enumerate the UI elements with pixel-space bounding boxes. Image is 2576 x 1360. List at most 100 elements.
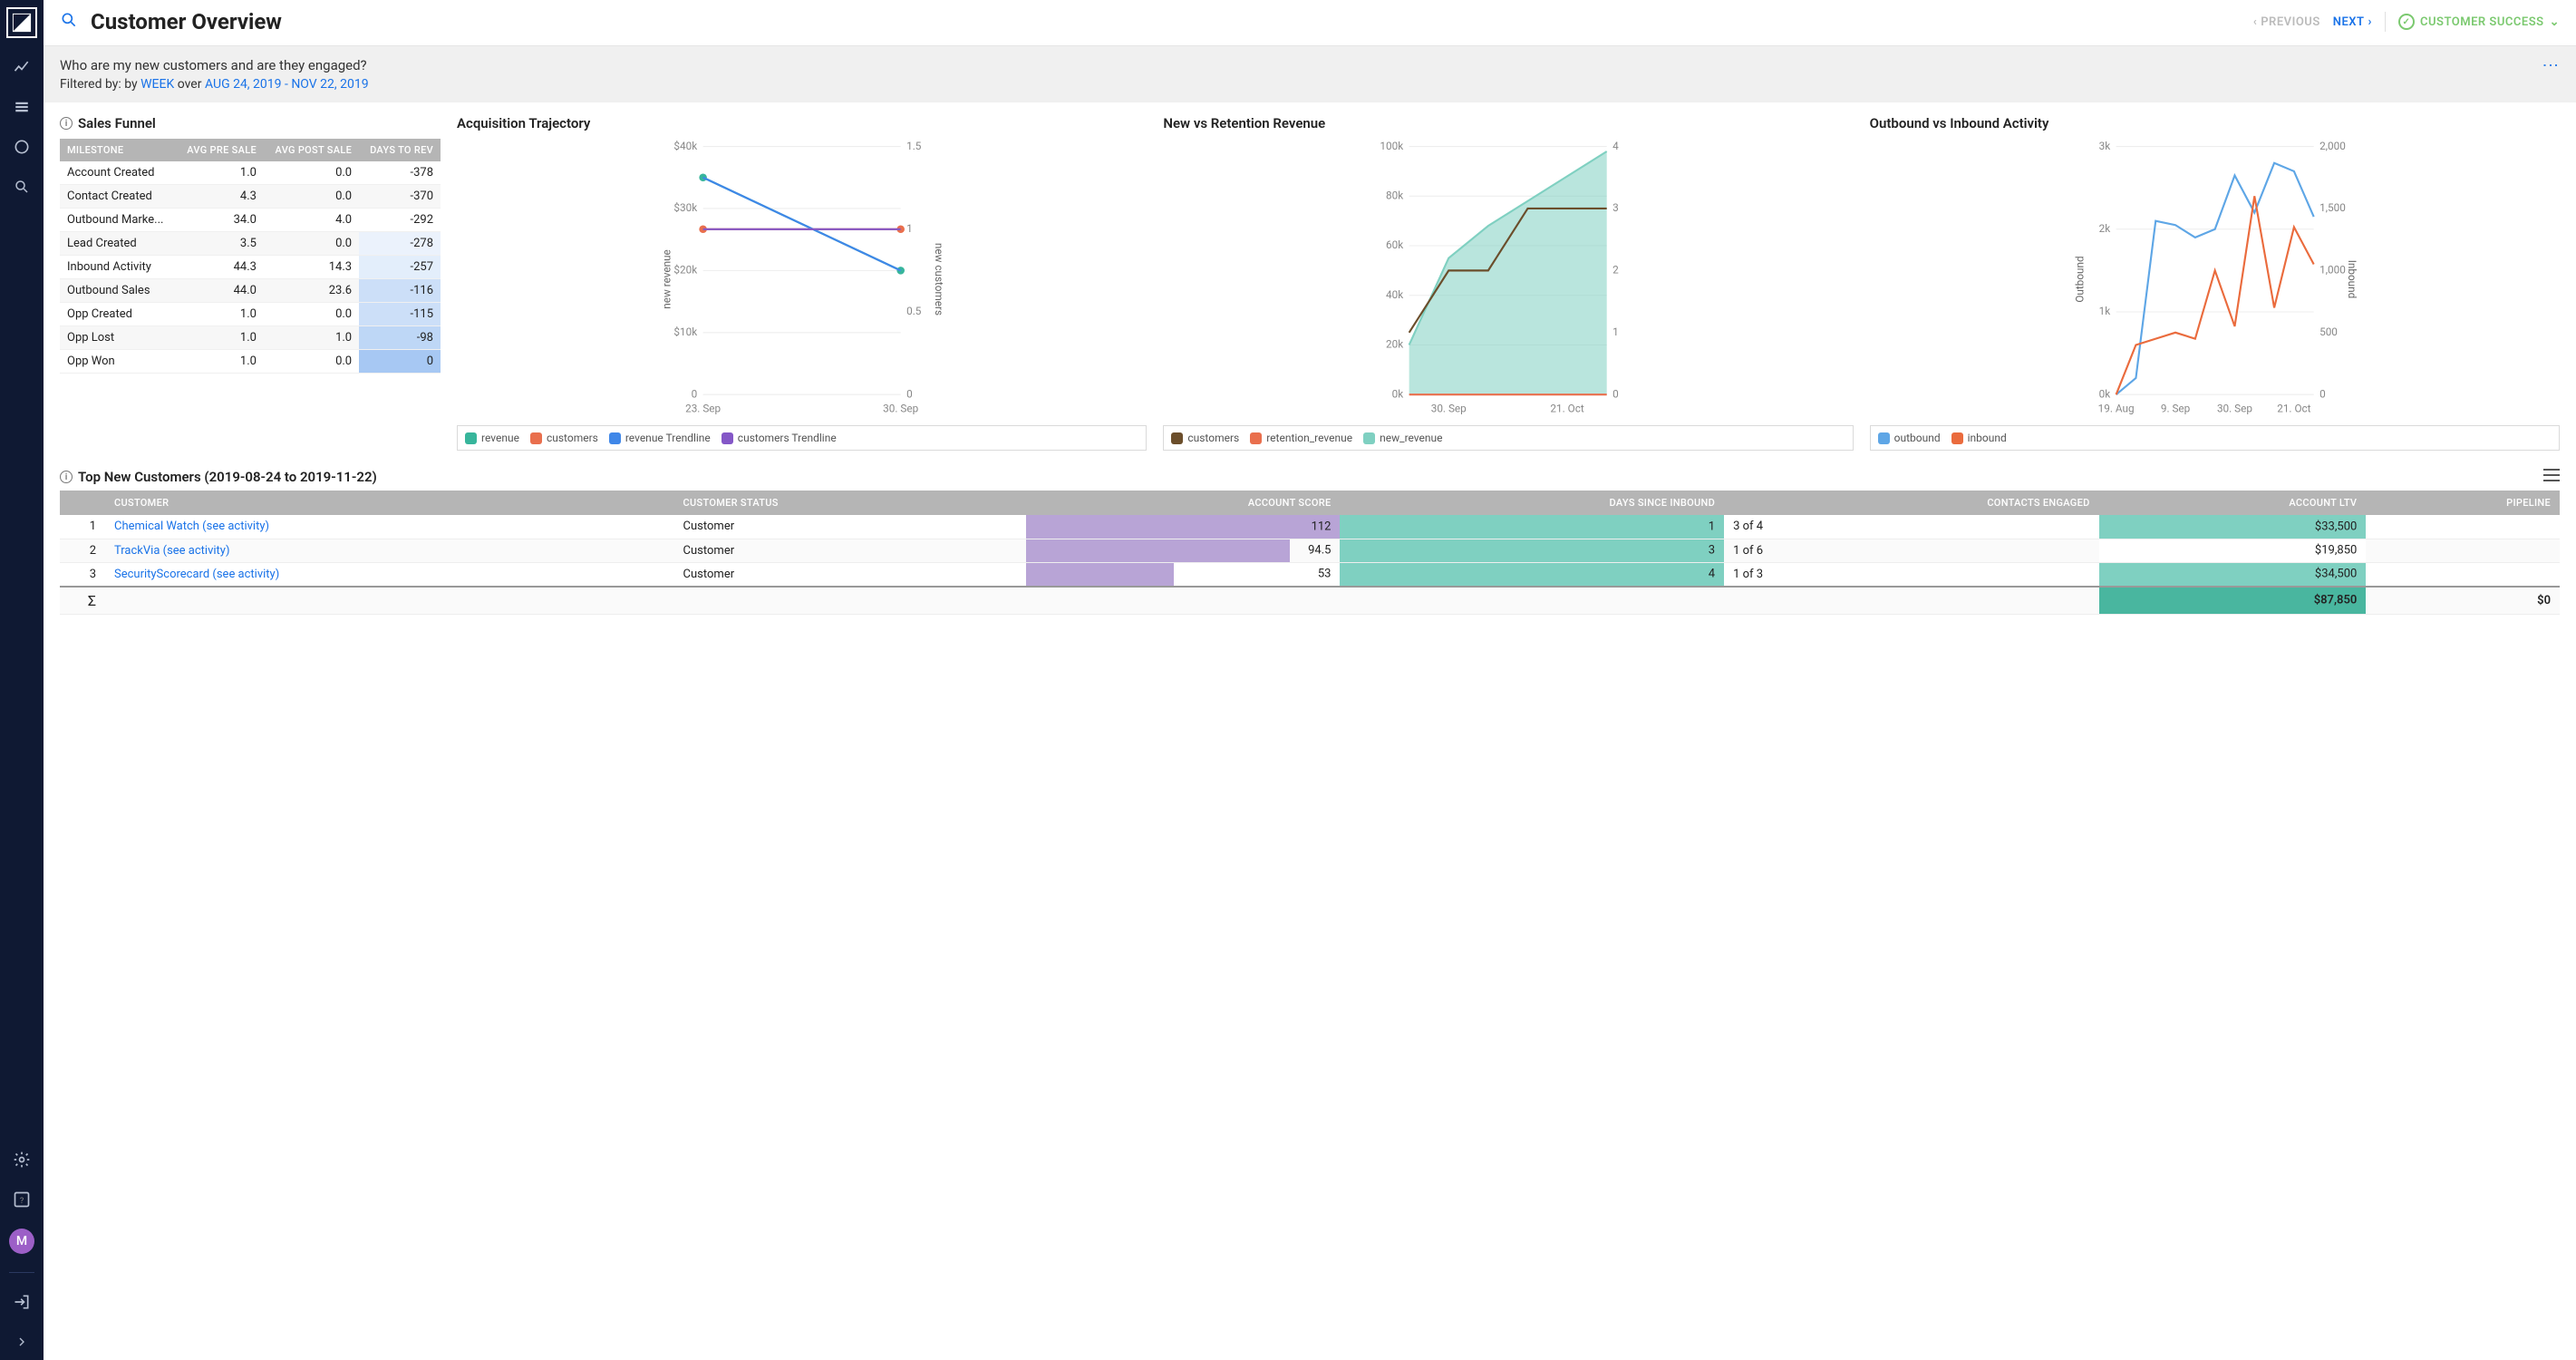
svg-text:new customers: new customers	[933, 243, 945, 316]
customers-col-header[interactable]	[60, 491, 105, 515]
legend-item[interactable]: customers	[1171, 432, 1239, 444]
svg-text:30. Sep: 30. Sep	[2217, 402, 2252, 414]
svg-text:0: 0	[2319, 387, 2326, 400]
funnel-table: MILESTONEAVG PRE SALEAVG POST SALEDAYS T…	[60, 139, 441, 374]
legend-item[interactable]: revenue	[465, 432, 519, 444]
funnel-row[interactable]: Outbound Marke...34.04.0-292	[60, 209, 441, 232]
customers-col-header[interactable]: DAYS SINCE INBOUND	[1340, 491, 1724, 515]
help-icon[interactable]: ?	[11, 1189, 33, 1210]
svg-text:40k: 40k	[1386, 288, 1403, 301]
funnel-col-header[interactable]: MILESTONE	[60, 139, 176, 161]
funnel-row[interactable]: Account Created1.00.0-378	[60, 161, 441, 185]
svg-text:4: 4	[1612, 140, 1619, 152]
customer-row[interactable]: 1 Chemical Watch (see activity) Customer…	[60, 515, 2560, 539]
kebab-menu-icon[interactable]: ⋮	[2530, 57, 2560, 73]
acquisition-panel: Acquisition Trajectory 0$10k$20k$30k$40k…	[457, 115, 1147, 451]
legend-item[interactable]: inbound	[1951, 432, 2007, 444]
funnel-row[interactable]: Opp Created1.00.0-115	[60, 303, 441, 326]
svg-text:$40k: $40k	[673, 140, 697, 152]
search-icon[interactable]	[60, 11, 78, 33]
analytics-icon[interactable]	[11, 56, 33, 78]
svg-text:0: 0	[1612, 387, 1619, 400]
check-circle-icon: ✓	[2398, 14, 2415, 30]
svg-text:3: 3	[1612, 201, 1619, 214]
context-bar: Who are my new customers and are they en…	[44, 46, 2576, 102]
svg-text:23. Sep: 23. Sep	[685, 402, 721, 414]
svg-text:?: ?	[20, 1197, 24, 1206]
funnel-row[interactable]: Opp Lost1.01.0-98	[60, 326, 441, 350]
sidebar: ? M	[0, 0, 44, 1360]
customers-col-header[interactable]: ACCOUNT LTV	[2099, 491, 2367, 515]
activity-panel: Outbound vs Inbound Activity 0k1k2k3k050…	[1870, 115, 2560, 451]
svg-text:$30k: $30k	[673, 201, 697, 214]
customer-row[interactable]: 2 TrackVia (see activity) Customer 94.5 …	[60, 539, 2560, 562]
legend-item[interactable]: outbound	[1878, 432, 1941, 444]
chevron-right-icon[interactable]	[11, 1331, 33, 1353]
svg-text:80k: 80k	[1386, 189, 1403, 201]
funnel-col-header[interactable]: DAYS TO REV	[359, 139, 441, 161]
funnel-row[interactable]: Inbound Activity44.314.3-257	[60, 256, 441, 279]
customer-row[interactable]: 3 SecurityScorecard (see activity) Custo…	[60, 562, 2560, 587]
legend-item[interactable]: new_revenue	[1363, 432, 1442, 444]
hamburger-menu-icon[interactable]	[2543, 469, 2560, 485]
legend-item[interactable]: customers	[530, 432, 598, 444]
previous-button[interactable]: ‹PREVIOUS	[2253, 15, 2320, 29]
page-title: Customer Overview	[91, 9, 282, 34]
svg-text:1: 1	[1612, 325, 1619, 338]
funnel-row[interactable]: Lead Created3.50.0-278	[60, 232, 441, 256]
logout-icon[interactable]	[11, 1291, 33, 1313]
svg-text:2k: 2k	[2098, 222, 2110, 235]
search-icon[interactable]	[11, 176, 33, 198]
chevron-down-icon: ⌄	[2550, 15, 2560, 29]
week-link[interactable]: WEEK	[140, 77, 174, 92]
divider	[9, 1272, 34, 1273]
context-question: Who are my new customers and are they en…	[60, 57, 2530, 73]
customers-table: CUSTOMERCUSTOMER STATUSACCOUNT SCOREDAYS…	[60, 491, 2560, 615]
svg-text:21. Oct: 21. Oct	[2277, 402, 2310, 414]
customers-total-row: Σ $87,850 $0	[60, 587, 2560, 615]
legend-item[interactable]: revenue Trendline	[609, 432, 711, 444]
svg-text:Outbound: Outbound	[2073, 256, 2086, 302]
customer-link[interactable]: SecurityScorecard (see activity)	[114, 568, 279, 581]
svg-text:0k: 0k	[2098, 387, 2110, 400]
daterange-link[interactable]: AUG 24, 2019 - NOV 22, 2019	[205, 77, 369, 92]
svg-text:0.5: 0.5	[906, 305, 922, 317]
svg-text:new revenue: new revenue	[660, 249, 673, 309]
customers-col-header[interactable]: CONTACTS ENGAGED	[1724, 491, 2099, 515]
legend-item[interactable]: customers Trendline	[721, 432, 837, 444]
svg-text:0: 0	[906, 387, 913, 400]
context-filter: Filtered by: by WEEK over AUG 24, 2019 -…	[60, 77, 2530, 92]
svg-text:1,000: 1,000	[2319, 264, 2346, 277]
info-icon[interactable]: i	[60, 117, 73, 130]
funnel-row[interactable]: Opp Won1.00.00	[60, 350, 441, 374]
svg-text:0k: 0k	[1392, 387, 1404, 400]
legend-item[interactable]: retention_revenue	[1250, 432, 1352, 444]
info-icon[interactable]: i	[60, 471, 73, 483]
user-avatar[interactable]: M	[9, 1229, 34, 1254]
svg-text:Inbound: Inbound	[2346, 260, 2358, 299]
customers-col-header[interactable]: CUSTOMER STATUS	[674, 491, 1026, 515]
gear-icon[interactable]	[11, 1149, 33, 1171]
customers-col-header[interactable]: PIPELINE	[2366, 491, 2560, 515]
customer-link[interactable]: TrackVia (see activity)	[114, 544, 229, 558]
funnel-row[interactable]: Contact Created4.30.0-370	[60, 185, 441, 209]
svg-text:21. Oct: 21. Oct	[1551, 402, 1584, 414]
circle-icon[interactable]	[11, 136, 33, 158]
svg-text:2: 2	[1612, 264, 1619, 277]
svg-text:$20k: $20k	[673, 264, 697, 277]
funnel-col-header[interactable]: AVG POST SALE	[264, 139, 359, 161]
app-logo[interactable]	[6, 7, 37, 38]
topbar: Customer Overview ‹PREVIOUS NEXT› ✓CUSTO…	[44, 0, 2576, 46]
svg-text:1k: 1k	[2098, 305, 2110, 317]
svg-text:$10k: $10k	[673, 325, 697, 338]
next-button[interactable]: NEXT›	[2333, 15, 2372, 29]
customers-col-header[interactable]: ACCOUNT SCORE	[1026, 491, 1340, 515]
status-dropdown[interactable]: ✓CUSTOMER SUCCESS⌄	[2398, 14, 2560, 30]
svg-text:20k: 20k	[1386, 338, 1403, 351]
customer-link[interactable]: Chemical Watch (see activity)	[114, 520, 269, 533]
funnel-row[interactable]: Outbound Sales44.023.6-116	[60, 279, 441, 303]
customers-col-header[interactable]: CUSTOMER	[105, 491, 674, 515]
list-icon[interactable]	[11, 96, 33, 118]
svg-text:60k: 60k	[1386, 238, 1403, 251]
funnel-col-header[interactable]: AVG PRE SALE	[176, 139, 264, 161]
